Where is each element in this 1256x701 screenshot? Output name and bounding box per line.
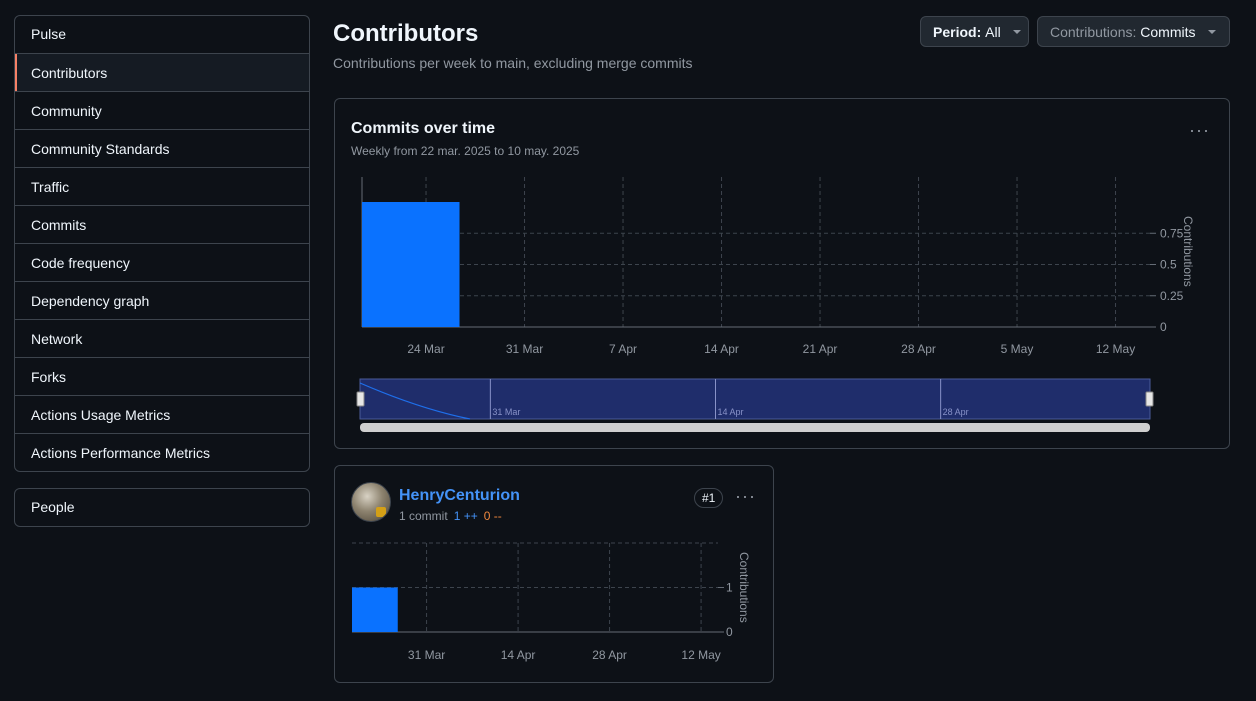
contributions-dropdown[interactable]: Contributions: Commits [1037,16,1230,47]
period-key: Period: [933,23,982,40]
nav-item-traffic[interactable]: Traffic [15,167,309,205]
nav-item-people[interactable]: People [15,489,309,526]
repo-insights-nav: Pulse Contributors Community Community S… [14,15,310,472]
navigator-handle-left[interactable] [356,391,365,407]
commits-chart: 0 0.25 0.5 0.75 24 Mar 31 Mar 7 Apr 14 Apr 21 Ap… [356,177,1195,432]
page-title: Contributors [333,20,479,47]
navigator-label: 28 Apr [943,407,969,417]
nav-item-community-standards[interactable]: Community Standards [15,129,309,167]
navigator-label: 31 Mar [492,407,520,417]
period-value: All [985,23,1001,40]
x-tick-label: 5 May [1001,342,1034,356]
x-tick-label: 31 Mar [506,342,543,356]
bar [362,202,460,327]
x-tick-label: 28 Apr [901,342,936,356]
nav-item-actions-performance-metrics[interactable]: Actions Performance Metrics [15,433,309,471]
y-axis-label: Contributions [737,552,751,623]
nav-item-dependency-graph[interactable]: Dependency graph [15,281,309,319]
chevron-down-icon [1012,29,1021,34]
bar [352,587,398,632]
contributor-chart: 0 1 31 Mar 14 Apr 28 Apr 12 May Contributions [352,542,751,662]
chevron-down-icon [1207,29,1216,34]
navigator-scrollbar[interactable] [360,423,1150,432]
x-tick-label: 28 Apr [592,648,627,662]
navigator-window [359,378,1151,420]
y-axis-label: Contributions [1181,216,1195,287]
people-nav: People [14,488,310,527]
y-tick-label: 1 [726,581,733,595]
y-tick-label: 0 [726,625,733,639]
nav-item-actions-usage-metrics[interactable]: Actions Usage Metrics [15,395,309,433]
y-tick-label: 0.5 [1160,258,1177,272]
nav-item-contributors[interactable]: Contributors [15,53,309,91]
nav-item-pulse[interactable]: Pulse [15,16,309,53]
x-tick-label: 12 May [1096,342,1135,356]
x-tick-label: 21 Apr [803,342,838,356]
contributions-key: Contributions: [1050,23,1137,40]
nav-item-commits[interactable]: Commits [15,205,309,243]
nav-item-network[interactable]: Network [15,319,309,357]
x-tick-label: 24 Mar [407,342,444,356]
navigator-handle-right[interactable] [1145,391,1154,407]
nav-item-code-frequency[interactable]: Code frequency [15,243,309,281]
navigator-label: 14 Apr [718,407,744,417]
x-tick-label: 7 Apr [609,342,637,356]
nav-item-forks[interactable]: Forks [15,357,309,395]
nav-item-community[interactable]: Community [15,91,309,129]
page-subtitle: Contributions per week to main, excludin… [333,55,693,71]
y-tick-label: 0.25 [1160,289,1184,303]
x-tick-label: 31 Mar [408,648,445,662]
x-tick-label: 14 Apr [704,342,739,356]
y-tick-label: 0.75 [1160,226,1184,240]
commits-over-time-card: Commits over time Weekly from 22 mar. 20… [334,98,1230,449]
x-tick-label: 14 Apr [501,648,536,662]
contributions-value: Commits [1140,23,1196,40]
y-tick-label: 0 [1160,320,1167,334]
contributor-card: HenryCenturion 1 commit 1 ++ 0 -- #1 ··· 0… [334,465,774,683]
x-tick-label: 12 May [681,648,720,662]
period-dropdown[interactable]: Period: All [920,16,1029,47]
